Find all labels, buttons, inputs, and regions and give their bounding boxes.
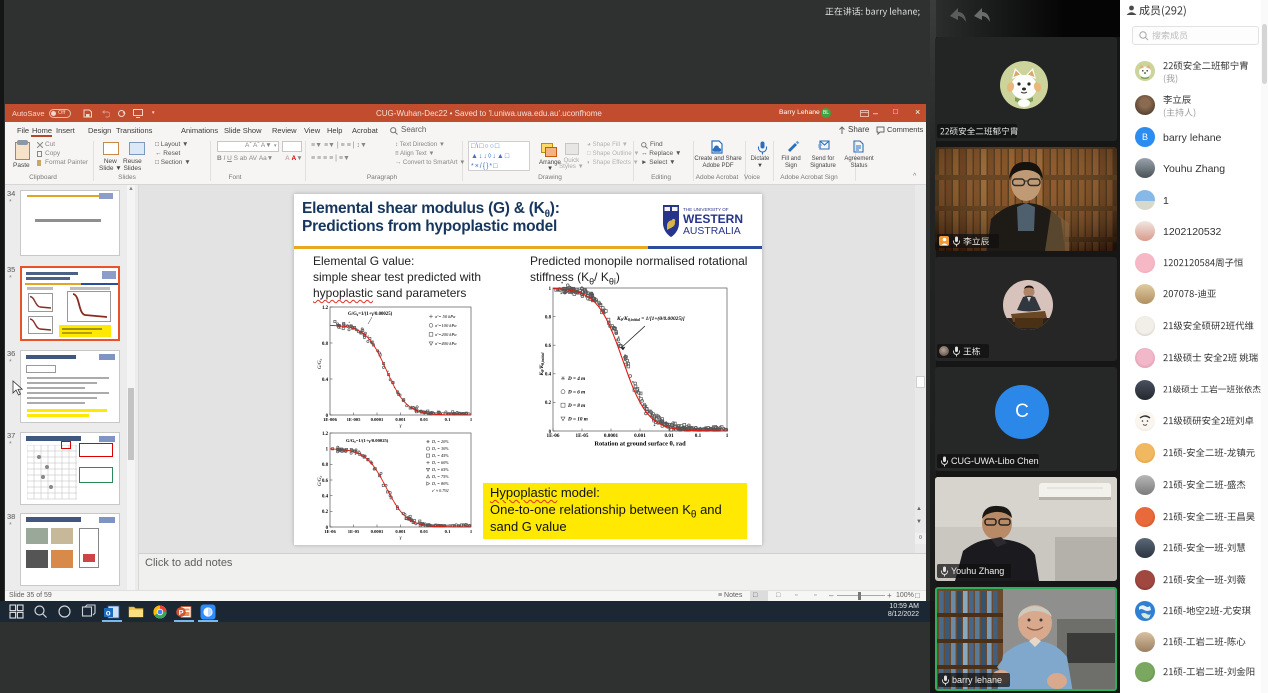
svg-text:D = 8 m: D = 8 m: [567, 403, 585, 409]
svg-text:Dᵣ = 45%: Dᵣ = 45%: [431, 453, 449, 458]
svg-text:1E-05: 1E-05: [576, 433, 589, 439]
svg-text:Dᵣ = 30%: Dᵣ = 30%: [431, 446, 449, 451]
svg-text:0.4: 0.4: [545, 373, 552, 378]
svg-text:Kθ/Kθ,initial = 1/[1+(θ/0.0002: Kθ/Kθ,initial = 1/[1+(θ/0.00025)]: [616, 315, 685, 322]
svg-text:Dᵣ = 65%: Dᵣ = 65%: [431, 467, 449, 472]
svg-text:1.2: 1.2: [322, 432, 329, 437]
svg-text:0.001: 0.001: [395, 417, 406, 422]
svg-text:0.1: 0.1: [445, 529, 451, 534]
svg-text:Dᵣ = 80%: Dᵣ = 80%: [431, 481, 449, 486]
svg-text:0.0001: 0.0001: [604, 433, 619, 439]
svg-text:e′ ≈ 0.792: e′ ≈ 0.792: [432, 488, 449, 493]
svg-text:D = 4 m: D = 4 m: [567, 376, 585, 382]
svg-text:Rotation at ground surface θ,: Rotation at ground surface θ, rad: [594, 441, 686, 448]
svg-text:1: 1: [470, 417, 473, 422]
svg-text:1E-06: 1E-06: [547, 433, 560, 439]
svg-text:1: 1: [470, 529, 473, 534]
svg-text:0.0001: 0.0001: [371, 529, 384, 534]
svg-text:Kθ/Kθ,initial: Kθ/Kθ,initial: [539, 352, 545, 377]
svg-text:0.4: 0.4: [322, 378, 329, 383]
svg-text:0.4: 0.4: [322, 495, 329, 500]
svg-text:1.2: 1.2: [322, 306, 329, 311]
svg-text:1: 1: [549, 287, 552, 292]
svg-text:G/G₀=1/(1+γ/0.00025): G/G₀=1/(1+γ/0.00025): [348, 312, 393, 317]
svg-text:σ′=100 kPa: σ′=100 kPa: [435, 323, 457, 328]
svg-text:0.01: 0.01: [420, 529, 429, 534]
svg-text:0.01: 0.01: [664, 433, 673, 439]
svg-text:γ: γ: [400, 424, 403, 429]
svg-text:1E-005: 1E-005: [347, 417, 361, 422]
svg-text:o: o: [106, 608, 111, 617]
svg-text:σ′=400 kPa: σ′=400 kPa: [435, 341, 457, 346]
svg-text:D = 6 m: D = 6 m: [567, 390, 585, 396]
svg-text:0.6: 0.6: [545, 344, 552, 349]
svg-text:1: 1: [726, 433, 729, 439]
svg-text:σ′= 50 kPa: σ′= 50 kPa: [435, 314, 456, 319]
svg-text:1: 1: [326, 448, 329, 453]
svg-text:0.001: 0.001: [395, 529, 406, 534]
svg-text:Dᵣ = 75%: Dᵣ = 75%: [431, 474, 449, 479]
svg-text:0.2: 0.2: [545, 401, 552, 406]
svg-text:D = 10 m: D = 10 m: [567, 417, 588, 423]
svg-text:0.1: 0.1: [445, 417, 451, 422]
svg-text:Dᵣ = 20%: Dᵣ = 20%: [431, 439, 449, 444]
svg-text:G/G₀: G/G₀: [318, 475, 323, 486]
svg-text:P: P: [179, 608, 184, 617]
svg-text:σ′=200 kPa: σ′=200 kPa: [435, 332, 457, 337]
svg-text:γ: γ: [400, 536, 403, 541]
svg-text:0.8: 0.8: [545, 315, 552, 320]
svg-text:0.001: 0.001: [634, 433, 646, 439]
svg-text:1E-06: 1E-06: [324, 529, 336, 534]
svg-text:G/G₀=1/(1+γ/0.00025): G/G₀=1/(1+γ/0.00025): [346, 438, 389, 443]
svg-text:0.1: 0.1: [695, 433, 702, 439]
svg-text:Dᵣ = 60%: Dᵣ = 60%: [431, 460, 449, 465]
svg-text:1E-006: 1E-006: [323, 417, 337, 422]
svg-text:0.8: 0.8: [322, 463, 329, 468]
svg-text:G/G₀: G/G₀: [318, 358, 323, 369]
svg-text:1E-05: 1E-05: [348, 529, 360, 534]
svg-text:0.01: 0.01: [420, 417, 429, 422]
svg-text:0.0001: 0.0001: [371, 417, 384, 422]
svg-text:0.8: 0.8: [322, 342, 329, 347]
svg-text:0.2: 0.2: [322, 510, 329, 515]
